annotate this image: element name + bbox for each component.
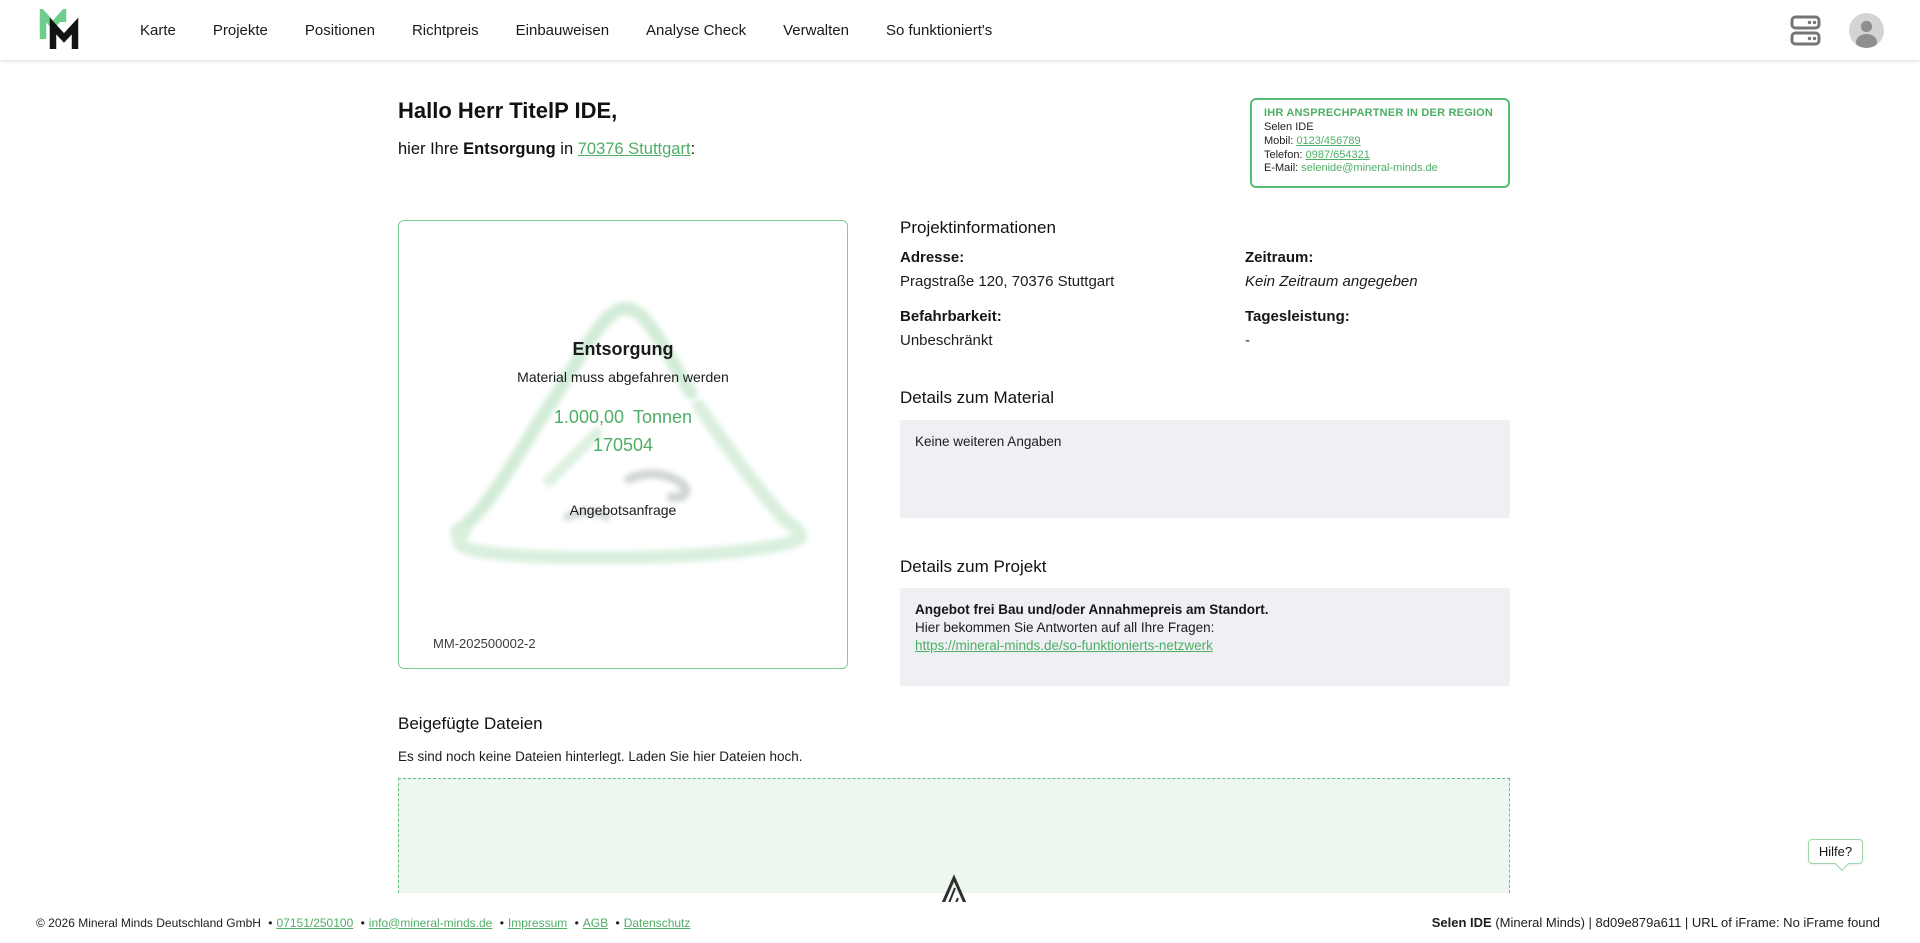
files-hint-text: Es sind noch keine Dateien hinterlegt. L… (398, 749, 803, 764)
field-adresse: Adresse: Pragstraße 120, 70376 Stuttgart (900, 249, 1230, 290)
card-reference-number: MM-202500002-2 (433, 636, 536, 651)
phone-label: Telefon: (1264, 149, 1306, 161)
project-details-line: Hier bekommen Sie Antworten auf all Ihre… (915, 619, 1495, 637)
card-quantity: 1.000,00 Tonnen (399, 407, 847, 428)
nav-right-icons (1790, 13, 1884, 48)
mobile-link[interactable]: 0123/456789 (1296, 135, 1360, 147)
location-link[interactable]: 70376 Stuttgart (578, 140, 691, 158)
field-tagesleistung-value: - (1245, 332, 1575, 349)
project-position-card[interactable]: Entsorgung Material muss abgefahren werd… (398, 220, 848, 669)
footer-separator: • (500, 916, 504, 930)
field-adresse-value: Pragstraße 120, 70376 Stuttgart (900, 273, 1230, 290)
nav-item-analyse-check[interactable]: Analyse Check (646, 22, 746, 39)
material-details-box: Keine weiteren Angaben (900, 420, 1510, 518)
main-menu: Karte Projekte Positionen Richtpreis Ein… (140, 22, 992, 39)
card-subtitle: Material muss abgefahren werden (399, 369, 847, 385)
quantity-value: 1.000,00 (554, 407, 624, 427)
footer-phone-link[interactable]: 07151/250100 (277, 916, 354, 930)
section-heading-files: Beigefügte Dateien (398, 714, 543, 734)
logo-icon (36, 9, 84, 51)
card-title: Entsorgung (399, 339, 847, 360)
mobile-label: Mobil: (1264, 135, 1296, 147)
material-details-text: Keine weiteren Angaben (915, 433, 1495, 451)
greeting-suffix: : (691, 140, 696, 158)
nav-item-karte[interactable]: Karte (140, 22, 176, 39)
contact-box-title: IHR ANSPRECHPARTNER IN DER REGION (1264, 107, 1496, 119)
quantity-unit: Tonnen (633, 407, 692, 427)
card-status: Angebotsanfrage (399, 502, 847, 518)
footer-separator: • (615, 916, 619, 930)
field-befahrbarkeit-value: Unbeschränkt (900, 332, 1230, 349)
footer: © 2026 Mineral Minds Deutschland GmbH • 0… (0, 902, 1920, 943)
footer-session-info: Selen IDE (Mineral Minds) | 8d09e879a611… (1432, 915, 1880, 930)
waste-code: 170504 (399, 435, 847, 456)
section-heading-project-details: Details zum Projekt (900, 557, 1046, 577)
field-befahrbarkeit: Befahrbarkeit: Unbeschränkt (900, 308, 1230, 349)
section-heading-projektinformationen: Projektinformationen (900, 218, 1056, 238)
footer-separator: • (575, 916, 579, 930)
mineral-minds-logo[interactable] (36, 8, 88, 52)
nav-item-projekte[interactable]: Projekte (213, 22, 268, 39)
footer-user-name: Selen IDE (1432, 915, 1492, 930)
phone-link[interactable]: 0987/654321 (1306, 149, 1370, 161)
footer-separator: • (268, 916, 272, 930)
nav-item-positionen[interactable]: Positionen (305, 22, 375, 39)
project-details-bold-line: Angebot frei Bau und/oder Annahmepreis a… (915, 601, 1495, 619)
field-tagesleistung-label: Tagesleistung: (1245, 308, 1575, 325)
greeting-prefix: hier Ihre (398, 140, 463, 158)
footer-copyright: © 2026 Mineral Minds Deutschland GmbH (36, 916, 261, 930)
server-icon[interactable] (1790, 13, 1821, 48)
user-avatar-icon[interactable] (1849, 13, 1884, 48)
project-details-box: Angebot frei Bau und/oder Annahmepreis a… (900, 588, 1510, 686)
nav-item-so-funktionierts[interactable]: So funktioniert's (886, 22, 992, 39)
greeting-type: Entsorgung (463, 140, 556, 158)
help-button[interactable]: Hilfe? (1808, 839, 1863, 864)
footer-datenschutz-link[interactable]: Datenschutz (624, 916, 691, 930)
email-link[interactable]: selenide@mineral-minds.de (1301, 162, 1438, 174)
field-befahrbarkeit-label: Befahrbarkeit: (900, 308, 1230, 325)
field-zeitraum-label: Zeitraum: (1245, 249, 1575, 266)
field-adresse-label: Adresse: (900, 249, 1230, 266)
nav-item-verwalten[interactable]: Verwalten (783, 22, 849, 39)
section-heading-material-details: Details zum Material (900, 388, 1054, 408)
contact-partner-box: IHR ANSPRECHPARTNER IN DER REGION Selen … (1250, 98, 1510, 188)
footer-left: © 2026 Mineral Minds Deutschland GmbH • 0… (36, 916, 690, 930)
field-zeitraum: Zeitraum: Kein Zeitraum angegeben (1245, 249, 1575, 290)
email-label: E-Mail: (1264, 162, 1301, 174)
footer-separator: • (361, 916, 365, 930)
footer-agb-link[interactable]: AGB (583, 916, 608, 930)
footer-impressum-link[interactable]: Impressum (508, 916, 567, 930)
top-navigation: Karte Projekte Positionen Richtpreis Ein… (0, 0, 1920, 60)
nav-item-richtpreis[interactable]: Richtpreis (412, 22, 479, 39)
page-title: Hallo Herr TitelP IDE, (398, 98, 617, 124)
so-funktionierts-link[interactable]: https://mineral-minds.de/so-funktioniert… (915, 638, 1213, 653)
field-tagesleistung: Tagesleistung: - (1245, 308, 1575, 349)
greeting-subtitle: hier Ihre Entsorgung in 70376 Stuttgart: (398, 140, 695, 159)
nav-item-einbauweisen[interactable]: Einbauweisen (516, 22, 609, 39)
contact-name: Selen IDE (1264, 121, 1496, 135)
page: Karte Projekte Positionen Richtpreis Ein… (0, 0, 1920, 943)
help-button-label: Hilfe? (1819, 844, 1852, 859)
greeting-mid: in (556, 140, 578, 158)
footer-session-text: (Mineral Minds) | 8d09e879a611 | URL of … (1492, 915, 1880, 930)
footer-email-link[interactable]: info@mineral-minds.de (369, 916, 493, 930)
field-zeitraum-value: Kein Zeitraum angegeben (1245, 273, 1575, 290)
